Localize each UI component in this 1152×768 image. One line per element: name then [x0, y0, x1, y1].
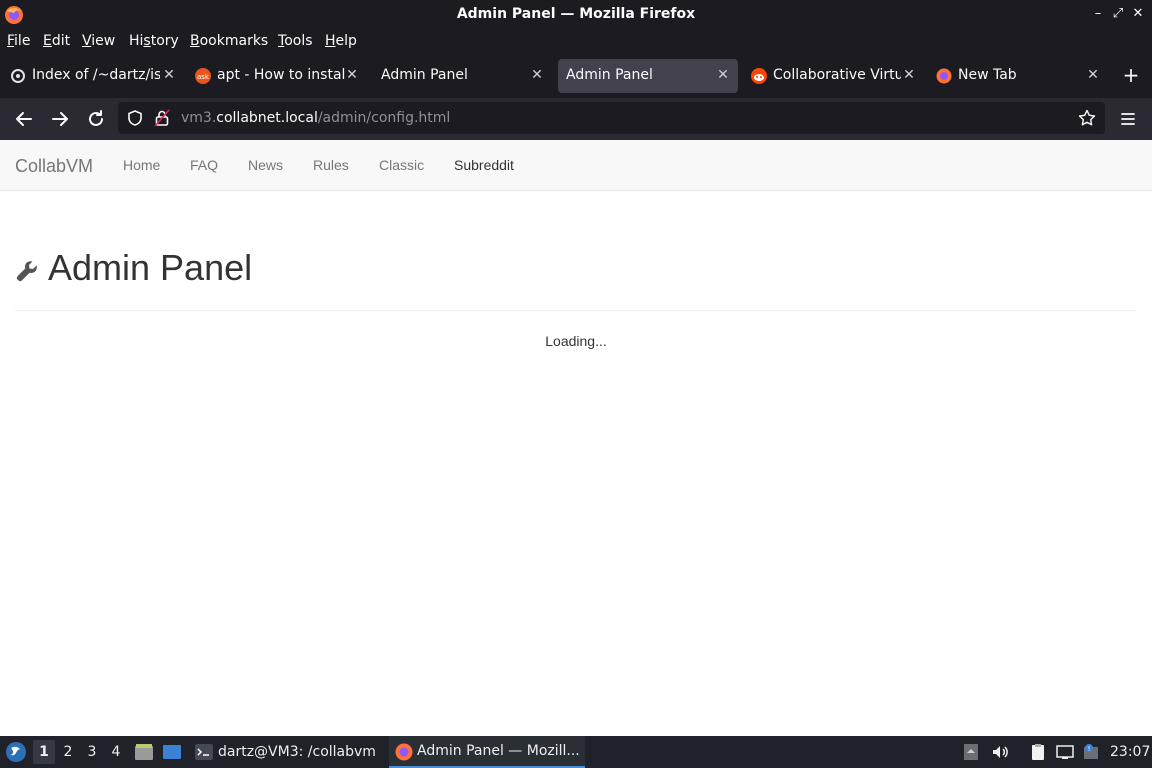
wrench-icon [16, 261, 37, 282]
nav-faq[interactable]: FAQ [190, 157, 218, 173]
site-brand[interactable]: CollabVM [15, 156, 93, 177]
tab-strip: Index of /~dartz/iso ✕ ask apt - How to … [0, 54, 1152, 98]
menu-help[interactable]: Help [325, 33, 357, 49]
reddit-icon [751, 68, 767, 84]
svg-text:ask: ask [197, 73, 210, 81]
tab-label: New Tab [958, 67, 1017, 83]
loading-status: Loading... [545, 333, 607, 349]
nav-classic[interactable]: Classic [379, 157, 424, 173]
tab-admin-panel-1[interactable]: Admin Panel ✕ [372, 59, 552, 93]
workspace-2[interactable]: 2 [57, 740, 79, 764]
volume-icon[interactable] [991, 743, 1009, 761]
network-icon[interactable] [1056, 743, 1074, 761]
minimize-button[interactable]: – [1090, 6, 1106, 22]
nav-rules[interactable]: Rules [313, 157, 349, 173]
firefox-icon [395, 743, 413, 761]
tab-admin-panel-active[interactable]: Admin Panel ✕ [558, 59, 738, 93]
bookmark-star-icon[interactable] [1078, 109, 1096, 127]
taskbar: 1 2 3 4 dartz@VM3: /collabvm Admin Panel… [0, 736, 1152, 768]
close-window-button[interactable]: ✕ [1130, 6, 1146, 22]
clipboard-icon[interactable] [1029, 743, 1047, 761]
tab-close-button[interactable]: ✕ [530, 67, 544, 83]
tab-collaborative-virtual[interactable]: Collaborative Virtua ✕ [743, 59, 923, 93]
tab-label: Collaborative Virtua [773, 67, 901, 83]
tab-close-button[interactable]: ✕ [1086, 67, 1100, 83]
task-firefox[interactable]: Admin Panel — Mozill... [389, 736, 585, 768]
tab-close-button[interactable]: ✕ [345, 67, 359, 83]
notification-icon[interactable]: ! [1082, 743, 1100, 761]
terminal-icon [195, 744, 213, 760]
menu-edit[interactable]: Edit [43, 33, 70, 49]
menu-view[interactable]: View [82, 33, 115, 49]
navigation-toolbar: vm3.collabnet.local/admin/config.html [0, 98, 1152, 140]
tab-close-button[interactable]: ✕ [902, 67, 916, 83]
askubuntu-icon: ask [195, 68, 211, 84]
menu-bookmarks[interactable]: Bookmarks [190, 33, 268, 49]
url-text[interactable]: vm3.collabnet.local/admin/config.html [181, 110, 450, 126]
page-title: Admin Panel [48, 247, 253, 288]
page-content: CollabVM Home FAQ News Rules Classic Sub… [0, 140, 1152, 736]
tab-index-of-dartz[interactable]: Index of /~dartz/iso ✕ [2, 59, 182, 93]
nav-subreddit[interactable]: Subreddit [454, 157, 514, 173]
back-arrow-icon[interactable] [12, 107, 36, 131]
tab-close-button[interactable]: ✕ [162, 67, 176, 83]
hamburger-menu-icon[interactable] [1116, 107, 1140, 131]
workspace-3[interactable]: 3 [81, 740, 103, 764]
tab-label: Admin Panel [566, 67, 653, 83]
reload-icon[interactable] [84, 107, 108, 131]
window-titlebar: Admin Panel — Mozilla Firefox – ⤢ ✕ [0, 0, 1152, 30]
task-terminal[interactable]: dartz@VM3: /collabvm [218, 744, 376, 760]
menu-file[interactable]: File [7, 33, 30, 49]
svg-text:!: ! [1088, 745, 1091, 753]
site-navbar: CollabVM Home FAQ News Rules Classic Sub… [0, 140, 1152, 191]
new-tab-button[interactable]: + [1120, 64, 1142, 86]
tab-label: Index of /~dartz/iso [32, 67, 160, 83]
workspace-1[interactable]: 1 [33, 740, 55, 764]
task-label: Admin Panel — Mozill... [417, 743, 580, 759]
tab-label: Admin Panel [381, 67, 468, 83]
workspace-4[interactable]: 4 [105, 740, 127, 764]
divider [15, 310, 1137, 311]
shield-icon[interactable] [126, 109, 144, 127]
maximize-button[interactable]: ⤢ [1110, 6, 1126, 22]
file-manager-icon[interactable] [134, 742, 154, 762]
tab-apt-how-to-install[interactable]: ask apt - How to install ✕ [187, 59, 367, 93]
tab-label: apt - How to install [217, 67, 345, 83]
menu-bar: File Edit View History Bookmarks Tools H… [0, 30, 1152, 54]
tab-new-tab[interactable]: New Tab ✕ [928, 59, 1108, 93]
tray-arrow-icon[interactable] [962, 743, 980, 761]
tab-close-button[interactable]: ✕ [716, 67, 730, 83]
forward-arrow-icon[interactable] [48, 107, 72, 131]
lock-icon[interactable] [154, 109, 170, 127]
desktop-icon[interactable] [162, 742, 182, 762]
clock[interactable]: 23:07 [1110, 744, 1150, 760]
menu-history[interactable]: History [129, 33, 179, 49]
firefox-icon [936, 68, 952, 84]
page-icon [11, 69, 25, 83]
nav-news[interactable]: News [248, 157, 283, 173]
menu-tools[interactable]: Tools [278, 33, 313, 49]
window-title: Admin Panel — Mozilla Firefox [456, 6, 696, 22]
start-menu-icon[interactable] [5, 741, 27, 763]
url-bar[interactable]: vm3.collabnet.local/admin/config.html [118, 102, 1105, 134]
nav-home[interactable]: Home [123, 157, 160, 173]
